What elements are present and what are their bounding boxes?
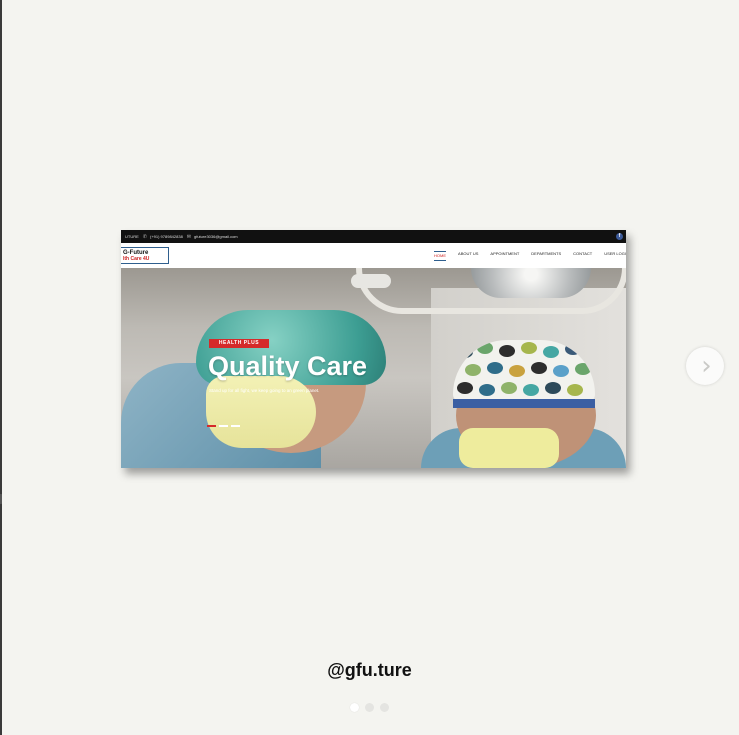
hero-banner: HEALTH PLUS Quality Care Stand up for al…	[121, 268, 626, 468]
left-edge-handle[interactable]	[0, 494, 6, 504]
hero-headline: Quality Care	[208, 351, 368, 381]
hero-badge: HEALTH PLUS	[209, 339, 269, 348]
surgeon-1-mask	[206, 376, 316, 448]
chevron-right-icon: ›	[701, 351, 712, 381]
site-topbar: UTURE ✆ (+91) 9789842838 ✉ gfuture3036@g…	[121, 230, 626, 243]
left-edge-divider	[0, 0, 2, 735]
surgical-lamp	[471, 268, 591, 298]
hero-slider-indicator	[207, 425, 243, 427]
nav-departments[interactable]: DEPARTMENTS	[531, 251, 561, 261]
logo-line-2: lth Care 4U	[123, 256, 150, 262]
hero-slider-bar-3[interactable]	[231, 425, 240, 427]
carousel-dot-3[interactable]	[380, 703, 389, 712]
phone-icon: ✆	[142, 233, 147, 240]
topbar-brand: UTURE	[125, 234, 139, 239]
hero-subline: Stand up for all fight, we keep going to…	[209, 388, 320, 393]
nav-appointment[interactable]: APPOINTMENT	[490, 251, 519, 261]
site-logo[interactable]: G-Future lth Care 4U	[121, 247, 169, 264]
surgical-lamp-small	[351, 274, 391, 288]
topbar-email: ✉ gfuture3036@gmail.com	[187, 234, 238, 240]
site-nav: HOME ABOUT US APPOINTMENT DEPARTMENTS CO…	[422, 251, 626, 261]
topbar-email-text: gfuture3036@gmail.com	[194, 234, 238, 239]
facebook-icon[interactable]: f	[616, 233, 623, 240]
carousel-next-button[interactable]: ›	[686, 347, 724, 385]
surgeon-2-mask	[459, 428, 559, 468]
nav-home[interactable]: HOME	[434, 251, 447, 261]
surgeon-2-cap-band	[453, 399, 595, 408]
hero-slider-bar-1[interactable]	[207, 425, 216, 427]
carousel-pagination	[350, 703, 395, 712]
carousel-dot-2[interactable]	[365, 703, 374, 712]
nav-user-login[interactable]: USER LOGI	[604, 251, 626, 261]
website-preview: UTURE ✆ (+91) 9789842838 ✉ gfuture3036@g…	[121, 230, 626, 468]
hero-slider-bar-2[interactable]	[219, 425, 228, 427]
mail-icon: ✉	[186, 233, 191, 240]
account-handle: @gfu.ture	[327, 660, 412, 680]
topbar-phone: ✆ (+91) 9789842838	[143, 234, 183, 240]
carousel-dot-1[interactable]	[350, 703, 359, 712]
topbar-phone-text: (+91) 9789842838	[149, 234, 183, 239]
nav-about-us[interactable]: ABOUT US	[458, 251, 478, 261]
site-navbar: G-Future lth Care 4U HOME ABOUT US APPOI…	[121, 243, 626, 268]
nav-contact[interactable]: CONTACT	[573, 251, 592, 261]
